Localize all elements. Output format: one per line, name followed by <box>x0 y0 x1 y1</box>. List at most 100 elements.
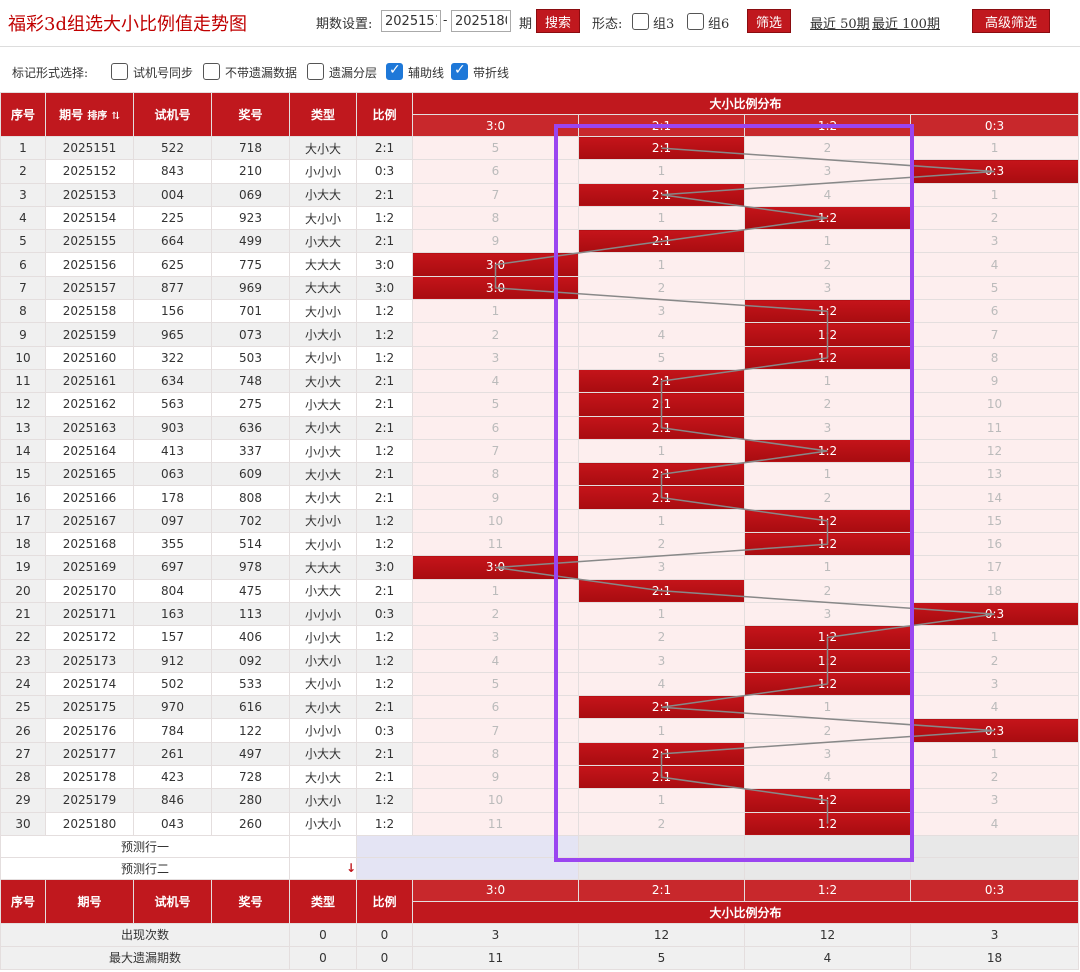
start-period-input[interactable] <box>381 10 441 32</box>
row-period: 2025172 <box>45 625 134 650</box>
row-trial: 697 <box>133 555 212 580</box>
no-miss-data-checkbox[interactable] <box>203 63 220 80</box>
row-ratio: 2:1 <box>356 135 413 161</box>
stats-cell: 3 <box>909 922 1080 947</box>
row-seq: 24 <box>0 671 46 697</box>
table-row: 26 2025176 784 122 小小小 0:3 7 1 2 0:3 <box>0 718 1080 743</box>
row-prize: 122 <box>211 718 290 743</box>
predict-cell[interactable] <box>909 856 1080 880</box>
dist-miss-cell: 1 <box>578 508 745 534</box>
dist-miss-cell: 3 <box>578 648 745 673</box>
advanced-filter-button[interactable]: 高级筛选 <box>972 9 1050 33</box>
row-trial: 846 <box>133 788 212 813</box>
row-trial: 261 <box>133 741 212 767</box>
table-row: 24 2025174 502 533 大小小 1:2 5 4 1:2 3 <box>0 671 1080 697</box>
dist-hit-cell: 1:2 <box>744 648 911 673</box>
filter-button[interactable]: 筛选 <box>747 9 791 33</box>
sort-arrows-icon[interactable]: ⇅ <box>112 111 120 122</box>
row-seq: 6 <box>0 252 46 277</box>
dist-hit-cell: 1:2 <box>744 532 911 557</box>
predict-cell[interactable] <box>909 834 1080 858</box>
miss-layer-checkbox[interactable] <box>307 63 324 80</box>
stats-row: 出现次数 0 0 3 12 12 3 <box>0 922 1080 947</box>
dist-miss-cell: 7 <box>412 438 579 464</box>
recent-50-link[interactable]: 最近 50期 <box>810 13 870 32</box>
dist-miss-cell: 1 <box>578 252 745 277</box>
dist-miss-cell: 9 <box>909 368 1080 394</box>
recent-100-link[interactable]: 最近 100期 <box>872 13 940 32</box>
row-period: 2025156 <box>45 252 134 277</box>
predict-row[interactable]: 预测行二 ↓ <box>0 856 1080 880</box>
aux-line-checkbox[interactable] <box>386 62 403 80</box>
dist-miss-cell: 5 <box>412 135 579 161</box>
dist-miss-cell: 1 <box>412 578 579 603</box>
dist-miss-cell: 2 <box>744 485 911 510</box>
dist-miss-cell: 1 <box>909 182 1080 207</box>
dist-miss-cell: 4 <box>578 322 745 347</box>
row-trial: 634 <box>133 368 212 394</box>
dist-miss-cell: 3 <box>909 229 1080 254</box>
row-trial: 970 <box>133 695 212 720</box>
row-trial: 784 <box>133 718 212 743</box>
row-trial: 502 <box>133 671 212 697</box>
table-row: 28 2025178 423 728 大小大 2:1 9 2:1 4 2 <box>0 765 1080 790</box>
dist-hit-cell: 1:2 <box>744 322 911 347</box>
header-period[interactable]: 期号 排序 ⇅ <box>45 92 134 137</box>
dist-miss-cell: 8 <box>412 462 579 487</box>
footer-col-header: 3:0 <box>412 878 579 902</box>
row-type: 大大大 <box>289 252 357 277</box>
group3-checkbox[interactable] <box>632 13 649 30</box>
row-ratio: 1:2 <box>356 299 413 324</box>
dist-miss-cell: 2 <box>909 205 1080 231</box>
predict-cell[interactable] <box>744 834 911 858</box>
row-seq: 29 <box>0 788 46 813</box>
row-prize: 775 <box>211 252 290 277</box>
row-ratio: 1:2 <box>356 438 413 464</box>
predict-cell[interactable] <box>578 856 745 880</box>
dist-miss-cell: 6 <box>412 695 579 720</box>
dist-miss-cell: 2 <box>578 275 745 301</box>
stats-cell: 18 <box>909 945 1080 970</box>
row-period: 2025179 <box>45 788 134 813</box>
row-trial: 413 <box>133 438 212 464</box>
dist-col-header: 0:3 <box>909 114 1080 137</box>
predict-row[interactable]: 预测行一 <box>0 834 1080 858</box>
dist-miss-cell: 2 <box>744 392 911 417</box>
predict-label: 预测行二 <box>0 856 290 880</box>
predict-input[interactable] <box>356 834 579 858</box>
dist-hit-cell: 1:2 <box>744 438 911 464</box>
polyline-checkbox[interactable] <box>451 62 468 80</box>
stats-ratio: 0 <box>356 922 413 947</box>
aux-line-label: 辅助线 <box>408 66 445 80</box>
predict-cell[interactable] <box>744 856 911 880</box>
dist-miss-cell: 4 <box>909 695 1080 720</box>
row-type: 小小小 <box>289 601 357 627</box>
footer-col-header: 2:1 <box>578 878 745 902</box>
dist-col-header: 2:1 <box>578 114 745 137</box>
predict-input[interactable] <box>356 856 579 880</box>
table-row: 6 2025156 625 775 大大大 3:0 3:0 1 2 4 <box>0 252 1080 277</box>
dist-miss-cell: 6 <box>909 299 1080 324</box>
row-prize: 069 <box>211 182 290 207</box>
group6-checkbox[interactable] <box>687 13 704 30</box>
row-type: 小大大 <box>289 392 357 417</box>
footer-distribution: 大小比例分布 <box>411 900 1080 924</box>
row-seq: 2 <box>0 159 46 184</box>
table-row: 7 2025157 877 969 大大大 3:0 3:0 2 3 5 <box>0 275 1080 301</box>
row-prize: 808 <box>211 485 290 510</box>
row-type: 大小大 <box>289 765 357 790</box>
dist-miss-cell: 11 <box>909 415 1080 440</box>
dist-miss-cell: 3 <box>744 159 911 184</box>
footer-header-ratio: 比例 <box>356 878 413 924</box>
no-miss-data-label: 不带遗漏数据 <box>225 66 298 80</box>
dist-hit-cell: 1:2 <box>744 788 911 813</box>
row-trial: 163 <box>133 601 212 627</box>
search-button[interactable]: 搜索 <box>536 9 580 33</box>
row-ratio: 1:2 <box>356 322 413 347</box>
row-seq: 3 <box>0 182 46 207</box>
row-period: 2025177 <box>45 741 134 767</box>
trial-sync-checkbox[interactable] <box>111 63 128 80</box>
predict-cell[interactable] <box>578 834 745 858</box>
end-period-input[interactable] <box>451 10 511 32</box>
row-prize: 702 <box>211 508 290 534</box>
